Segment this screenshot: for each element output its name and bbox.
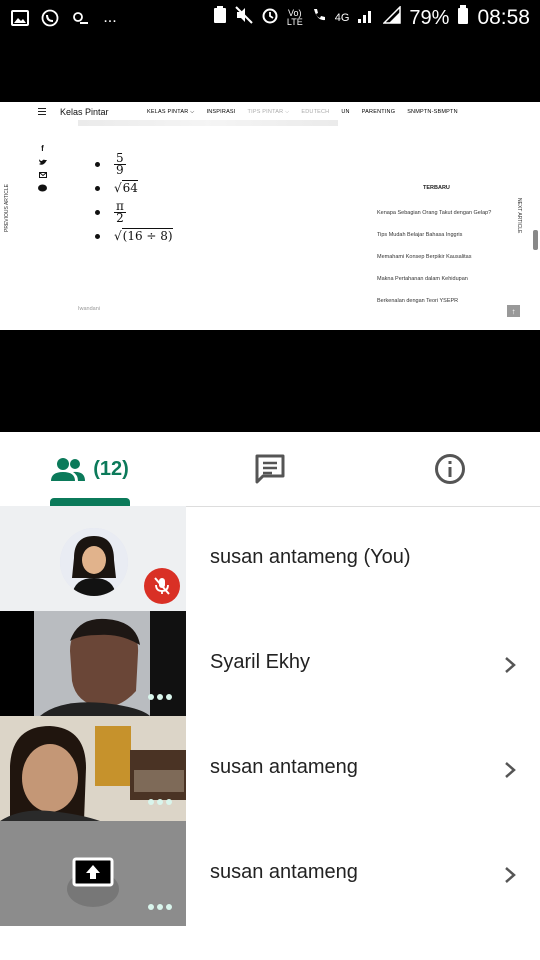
chevron-right-icon[interactable]	[500, 760, 520, 780]
list-item: π 2	[95, 200, 173, 224]
participant-thumbnail	[0, 506, 186, 611]
scrollbar-thumb	[533, 230, 538, 250]
radicand: (16 ÷ 8)	[121, 228, 173, 243]
fraction: 5 9	[114, 152, 126, 177]
whatsapp-icon	[40, 9, 60, 27]
list-item: √(16 ÷ 8)	[95, 224, 173, 248]
battery-icon	[457, 5, 469, 31]
participant-thumbnail	[0, 821, 186, 926]
status-bar: ... Vo) LTE 4G 79% 08:58	[0, 0, 540, 36]
denominator: 9	[116, 162, 124, 177]
participant-row[interactable]: Syaril Ekhy	[0, 611, 540, 716]
video-feed	[34, 611, 186, 716]
battery-percent: 79%	[409, 6, 450, 29]
mute-notification-icon	[235, 6, 253, 30]
signal-icon-2	[382, 5, 402, 30]
gallery-icon	[10, 9, 30, 27]
more-options-icon[interactable]	[148, 694, 172, 700]
nav-item: EDUTECH	[301, 109, 330, 115]
tab-chat[interactable]	[235, 432, 305, 506]
square-root: √64	[114, 180, 138, 195]
nav-item: INSPIRASI	[206, 109, 236, 115]
next-article-link: NEXT ARTICLE	[516, 198, 522, 234]
participant-thumbnail	[0, 716, 186, 821]
faded-text	[78, 120, 338, 126]
tab-info[interactable]	[415, 432, 485, 506]
bullet	[95, 233, 100, 239]
previous-article-link: PREVIOUS ARTICLE	[4, 184, 10, 232]
weather-icon	[70, 9, 90, 27]
shared-screen: Kelas Pintar KELAS PINTAR ⌵ INSPIRASI TI…	[0, 102, 540, 330]
nav-item: UN	[341, 109, 350, 115]
people-count: (12)	[93, 457, 129, 480]
info-icon	[435, 454, 465, 484]
volte-indicator: Vo) LTE	[286, 8, 303, 27]
social-share-bar: f	[38, 144, 47, 192]
nav-item: TIPS PINTAR ⌵	[247, 109, 290, 115]
line-icon	[38, 184, 47, 192]
trending-item: Berkenalan dengan Teori YSEPR	[377, 298, 459, 304]
site-nav: KELAS PINTAR ⌵ INSPIRASI TIPS PINTAR ⌵ E…	[147, 109, 458, 116]
participant-name: susan antameng	[210, 756, 358, 778]
people-icon	[51, 458, 86, 481]
more-options-icon[interactable]	[148, 799, 172, 805]
more-options-icon[interactable]	[148, 904, 172, 910]
signal-icon	[357, 6, 375, 30]
participant-row[interactable]: susan antameng	[0, 821, 540, 926]
participant-name: Syaril Ekhy	[210, 651, 311, 673]
hamburger-menu-icon	[38, 108, 46, 117]
microphone-muted-icon	[144, 568, 180, 604]
chevron-right-icon[interactable]	[500, 655, 520, 675]
list-item: √64	[95, 176, 173, 200]
site-title: Kelas Pintar	[60, 107, 109, 117]
trending-list: Kenapa Sebagian Orang Takut dengan Gelap…	[377, 210, 491, 320]
list-item: 5 9	[95, 152, 173, 176]
trending-item: Tips Mudah Belajar Bahasa Inggris	[377, 232, 463, 238]
radicand: 64	[121, 180, 138, 195]
twitter-icon	[38, 159, 47, 165]
footer-text: Iwandani	[78, 306, 101, 312]
clock: 08:58	[477, 6, 530, 29]
tab-people[interactable]: (12)	[40, 432, 140, 506]
avatar	[60, 528, 128, 596]
math-list: 5 9 √64 π 2 √(16 ÷ 8)	[95, 152, 173, 248]
phone-icon	[311, 7, 327, 30]
bullet	[95, 185, 100, 191]
bullet	[95, 209, 100, 215]
bullet	[95, 161, 100, 167]
participant-name: susan antameng (You)	[210, 546, 411, 568]
participant-list: susan antameng (You) Syaril Ekhy susan a…	[0, 506, 540, 926]
meeting-tabs: (12)	[0, 432, 540, 507]
fraction: π 2	[114, 200, 126, 225]
participant-row[interactable]: susan antameng (You)	[0, 506, 540, 611]
active-tab-indicator	[50, 498, 130, 506]
screen-share-icon	[72, 857, 114, 889]
trending-title: TERBARU	[423, 185, 450, 191]
facebook-icon: f	[41, 144, 44, 153]
alarm-icon	[261, 6, 279, 30]
trending-item: Kenapa Sebagian Orang Takut dengan Gelap…	[377, 210, 492, 216]
participant-thumbnail	[0, 611, 186, 716]
participant-row[interactable]: susan antameng	[0, 716, 540, 821]
network-type-label: 4G	[334, 12, 350, 24]
nav-item: PARENTING	[361, 109, 396, 115]
participant-name: susan antameng	[210, 861, 358, 883]
square-root: √(16 ÷ 8)	[114, 228, 173, 243]
trending-item: Makna Pertahanan dalam Kehidupan	[377, 276, 468, 282]
nav-item: KELAS PINTAR ⌵	[147, 109, 195, 115]
mail-icon	[38, 172, 47, 178]
trending-item: Memahami Konsep Berpikir Kausalitas	[377, 254, 472, 260]
battery-saver-icon	[213, 6, 227, 30]
more-notifications-icon: ...	[103, 9, 117, 26]
video-feed	[0, 716, 186, 821]
chat-icon	[255, 454, 285, 484]
denominator: 2	[116, 210, 124, 225]
scroll-to-top-icon: ↑	[507, 305, 520, 317]
chevron-right-icon[interactable]	[500, 865, 520, 885]
nav-item: SNMPTN-SBMPTN	[407, 109, 458, 115]
